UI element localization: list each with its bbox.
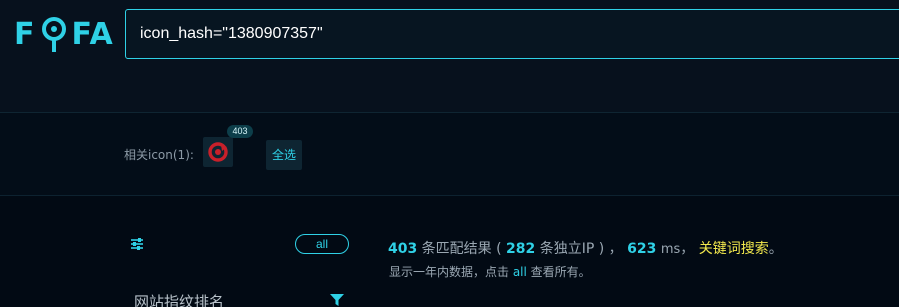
sliders-icon[interactable]: [129, 236, 145, 252]
fingerprint-rank-title: 网站指纹排名: [134, 293, 225, 307]
time-value: 623: [627, 241, 657, 257]
note-suffix: 查看所有。: [526, 265, 591, 279]
results-summary: 403 条匹配结果 ( 282 条独立IP ) ， 623 ms， 关键词搜索。: [388, 238, 783, 258]
keyword-search-link[interactable]: 关键词搜索: [699, 241, 769, 257]
fofa-page: F FA 相关icon(1): 403 全选: [0, 0, 899, 307]
related-icons-label: 相关icon(1):: [124, 148, 194, 162]
time-unit: ms: [660, 242, 681, 257]
favicon-tile[interactable]: [203, 137, 233, 167]
logo-letters-fa: FA: [71, 16, 114, 52]
icon-count-badge: 403: [227, 125, 253, 138]
logo-letter-f: F: [14, 16, 36, 52]
data-range-note: 显示一年内数据，点击 all 查看所有。: [389, 263, 591, 280]
total-count: 403: [388, 241, 418, 257]
select-all-button[interactable]: 全选: [266, 140, 302, 170]
note-all-link[interactable]: all: [513, 265, 527, 279]
fofa-logo[interactable]: F FA: [14, 14, 114, 54]
magnifier-pin-icon: [41, 17, 66, 52]
note-prefix: 显示一年内数据，点击: [389, 265, 513, 279]
funnel-filter-icon[interactable]: [330, 294, 344, 306]
related-icons-section: 相关icon(1): 403 全选: [0, 113, 899, 196]
total-suffix: 条匹配结果 (: [417, 241, 507, 257]
all-toggle[interactable]: all: [295, 234, 349, 254]
end-punctuation: 。: [768, 241, 783, 257]
unique-ip-count: 282: [506, 241, 536, 257]
unique-ip-suffix: 条独立IP ) ，: [535, 241, 623, 257]
header: F FA: [0, 0, 899, 113]
search-input[interactable]: [125, 9, 899, 59]
red-circle-arrow-icon: [208, 142, 228, 162]
separator: ，: [680, 241, 695, 257]
results-section: all 403 条匹配结果 ( 282 条独立IP ) ， 623 ms， 关键…: [0, 196, 899, 307]
